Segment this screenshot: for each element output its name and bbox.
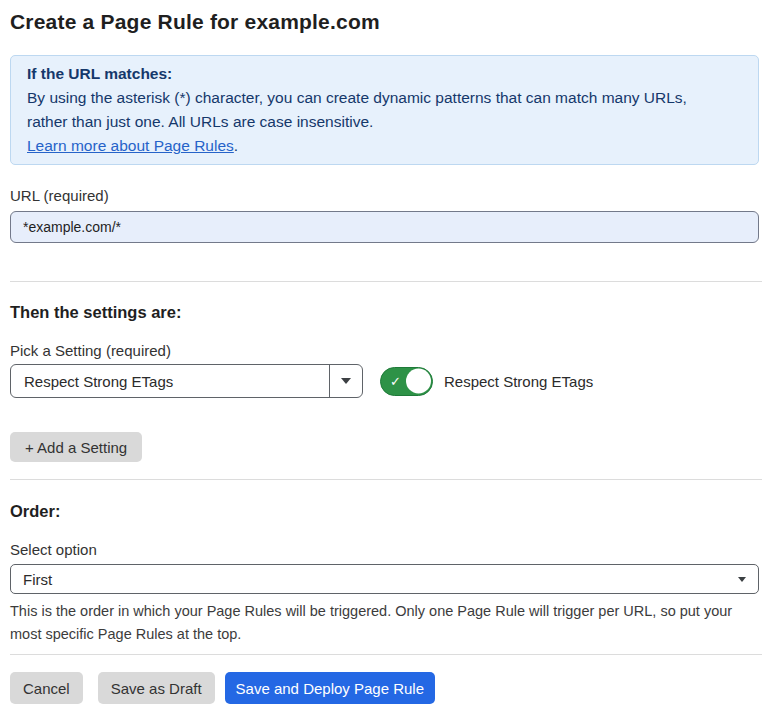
setting-toggle-group: ✓ Respect Strong ETags bbox=[380, 367, 593, 396]
info-box-body: By using the asterisk (*) character, you… bbox=[27, 86, 729, 158]
chevron-down-icon bbox=[341, 378, 351, 384]
order-section-heading: Order: bbox=[10, 501, 759, 521]
learn-more-link[interactable]: Learn more about Page Rules bbox=[27, 137, 234, 154]
url-match-info-box: If the URL matches: By using the asteris… bbox=[10, 55, 759, 165]
setting-row: Respect Strong ETags ✓ Respect Strong ET… bbox=[10, 364, 759, 398]
page-rule-form: Create a Page Rule for example.com If th… bbox=[0, 0, 769, 704]
footer-actions: Cancel Save as Draft Save and Deploy Pag… bbox=[10, 672, 759, 704]
save-deploy-button[interactable]: Save and Deploy Page Rule bbox=[225, 672, 435, 704]
chevron-down-icon bbox=[738, 577, 746, 582]
url-input[interactable] bbox=[10, 211, 759, 243]
setting-select-arrow[interactable] bbox=[329, 365, 362, 397]
setting-select[interactable]: Respect Strong ETags bbox=[10, 364, 363, 398]
toggle-knob bbox=[406, 369, 431, 394]
url-field-label: URL (required) bbox=[10, 187, 759, 205]
order-select-label: Select option bbox=[10, 541, 759, 559]
etags-toggle[interactable]: ✓ bbox=[380, 367, 433, 396]
divider bbox=[10, 281, 762, 282]
setting-select-value: Respect Strong ETags bbox=[11, 365, 329, 397]
page-title: Create a Page Rule for example.com bbox=[10, 8, 759, 36]
settings-section-heading: Then the settings are: bbox=[10, 302, 759, 322]
add-setting-button[interactable]: + Add a Setting bbox=[10, 432, 142, 462]
toggle-label: Respect Strong ETags bbox=[444, 373, 593, 390]
order-select[interactable]: First bbox=[10, 564, 759, 594]
save-draft-button[interactable]: Save as Draft bbox=[98, 672, 215, 704]
divider bbox=[10, 654, 762, 655]
check-icon: ✓ bbox=[390, 375, 401, 388]
order-select-value: First bbox=[23, 571, 52, 588]
order-help-text: This is the order in which your Page Rul… bbox=[10, 600, 765, 646]
divider bbox=[10, 479, 762, 480]
info-box-heading: If the URL matches: bbox=[27, 62, 742, 86]
cancel-button[interactable]: Cancel bbox=[10, 672, 83, 704]
pick-setting-label: Pick a Setting (required) bbox=[10, 342, 759, 360]
